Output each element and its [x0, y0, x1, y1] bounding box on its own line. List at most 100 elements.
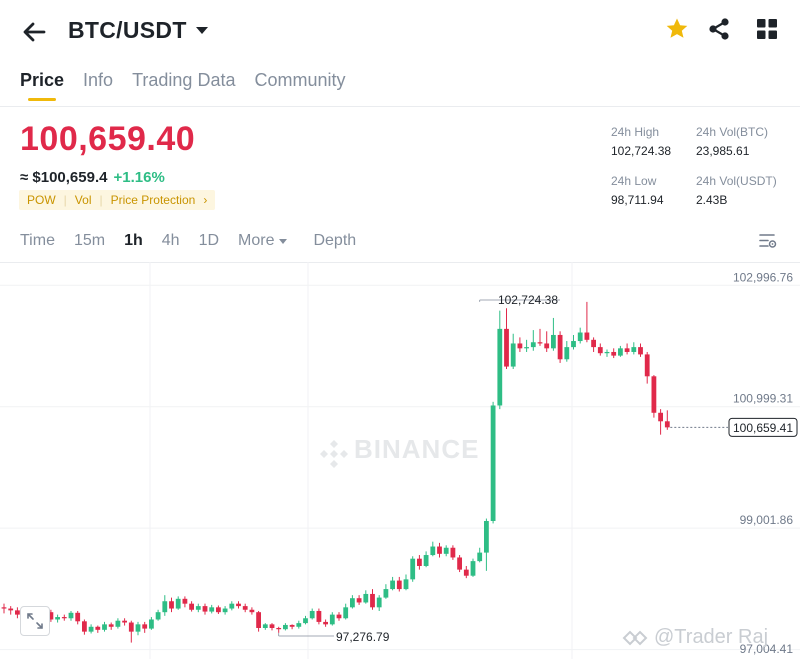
candlestick-chart[interactable]: BINANCE 102,996.76 100,999.31 99,001.86 97,…	[0, 262, 800, 659]
candle-body	[443, 547, 449, 554]
caret-down-icon	[195, 27, 208, 34]
tag-separator: |	[63, 193, 67, 207]
tab-community[interactable]: Community	[254, 70, 345, 101]
candle-body	[88, 626, 94, 632]
candle-body	[564, 347, 570, 360]
usd-price: ≈ $100,659.4	[20, 169, 108, 186]
pair-selector[interactable]: BTC/USDT	[68, 17, 208, 44]
candle-body	[644, 354, 650, 377]
y-tick-label: 102,996.76	[733, 270, 793, 284]
y-tick-label: 100,999.31	[733, 392, 793, 406]
candle-body	[209, 607, 215, 612]
candle-body	[537, 342, 543, 344]
candle-body	[571, 341, 576, 348]
vol-usdt-value: 2.43B	[696, 193, 728, 207]
tag-bar[interactable]: POW | Vol | Price Protection ›	[19, 190, 216, 210]
share-icon[interactable]	[706, 16, 732, 42]
candle-body	[544, 343, 550, 349]
candle-body	[484, 520, 489, 553]
chart-settings-icon[interactable]	[758, 232, 778, 250]
vol-usdt-label: 24h Vol(USDT)	[696, 174, 777, 188]
grid-icon[interactable]	[754, 16, 780, 42]
candle-body	[624, 348, 630, 352]
tabs-divider	[0, 106, 800, 107]
candle-body	[410, 558, 416, 580]
candle-body	[577, 332, 583, 342]
candle-body	[383, 589, 389, 598]
candle-body	[604, 351, 610, 354]
pair-title: BTC/USDT	[68, 17, 187, 43]
candle-body	[551, 334, 556, 349]
candle-body	[597, 347, 603, 354]
candle-body	[122, 620, 127, 623]
candle-body	[229, 603, 235, 609]
tf-4h[interactable]: 4h	[162, 232, 180, 250]
candle-body	[470, 561, 476, 576]
candle-body	[363, 593, 369, 603]
candle-body	[182, 598, 188, 604]
tag-separator: |	[99, 193, 103, 207]
candle-body	[517, 343, 523, 349]
annotations: 102,724.38 97,276.79 100,659.41	[278, 293, 798, 644]
candle-body	[55, 617, 60, 620]
candle-body	[269, 624, 275, 628]
vol-btc-label: 24h Vol(BTC)	[696, 125, 769, 139]
more-label: More	[238, 232, 275, 249]
candle-body	[262, 624, 268, 628]
y-tick-label: 99,001.86	[740, 513, 794, 527]
candle-body	[296, 623, 302, 627]
low-value: 98,711.94	[611, 193, 664, 207]
candle-body	[618, 348, 623, 356]
candle-body	[430, 546, 436, 556]
tf-1d[interactable]: 1D	[199, 232, 219, 250]
binance-watermark: BINANCE	[320, 434, 478, 468]
candle-body	[557, 334, 563, 360]
candle-body	[175, 598, 181, 609]
candle-body	[202, 606, 208, 612]
credit-text: @Trader Raj	[654, 626, 769, 648]
candle-body	[638, 347, 643, 355]
candle-body	[490, 405, 496, 521]
tf-1h[interactable]: 1h	[124, 232, 143, 250]
candle-body	[504, 328, 509, 367]
star-icon[interactable]	[664, 16, 690, 42]
candle-body	[370, 593, 375, 608]
candle-body	[477, 552, 483, 562]
back-arrow-icon[interactable]	[18, 16, 50, 48]
tag-pow: POW	[27, 193, 56, 207]
candle-body	[256, 612, 261, 628]
candle-body	[128, 622, 134, 632]
tf-15m[interactable]: 15m	[74, 232, 105, 250]
fullscreen-button[interactable]	[20, 606, 50, 636]
price-sub: ≈ $100,659.4 +1.16%	[20, 169, 165, 186]
candle-body	[376, 597, 382, 608]
tab-trading-data[interactable]: Trading Data	[132, 70, 235, 101]
candle-body	[350, 598, 355, 608]
candle-body	[289, 624, 295, 627]
timeframe-row: Time 15m 1h 4h 1D More Depth	[20, 232, 375, 250]
candle-body	[276, 627, 282, 630]
high-value: 102,724.38	[611, 144, 672, 158]
last-price: 100,659.40	[20, 120, 196, 158]
vol-btc-value: 23,985.61	[696, 144, 750, 158]
candles	[1, 301, 670, 643]
candle-body	[115, 620, 121, 627]
tf-time[interactable]: Time	[20, 232, 55, 250]
candle-body	[497, 328, 503, 406]
candle-body	[162, 601, 168, 613]
candle-body	[336, 614, 342, 619]
candle-body	[530, 342, 536, 348]
min-price-label: 97,276.79	[336, 630, 390, 644]
candle-body	[510, 343, 516, 367]
tf-depth[interactable]: Depth	[313, 232, 356, 250]
tab-info[interactable]: Info	[83, 70, 113, 101]
top-bar: BTC/USDT	[0, 0, 800, 64]
tab-price[interactable]: Price	[20, 70, 64, 101]
max-price-label: 102,724.38	[498, 293, 558, 307]
credit-logo-icon	[622, 630, 648, 645]
candle-body	[450, 547, 456, 558]
more-dropdown[interactable]: More	[238, 232, 288, 250]
current-price-label: 100,659.41	[733, 421, 793, 435]
candle-body	[463, 569, 469, 576]
candle-body	[303, 618, 308, 624]
